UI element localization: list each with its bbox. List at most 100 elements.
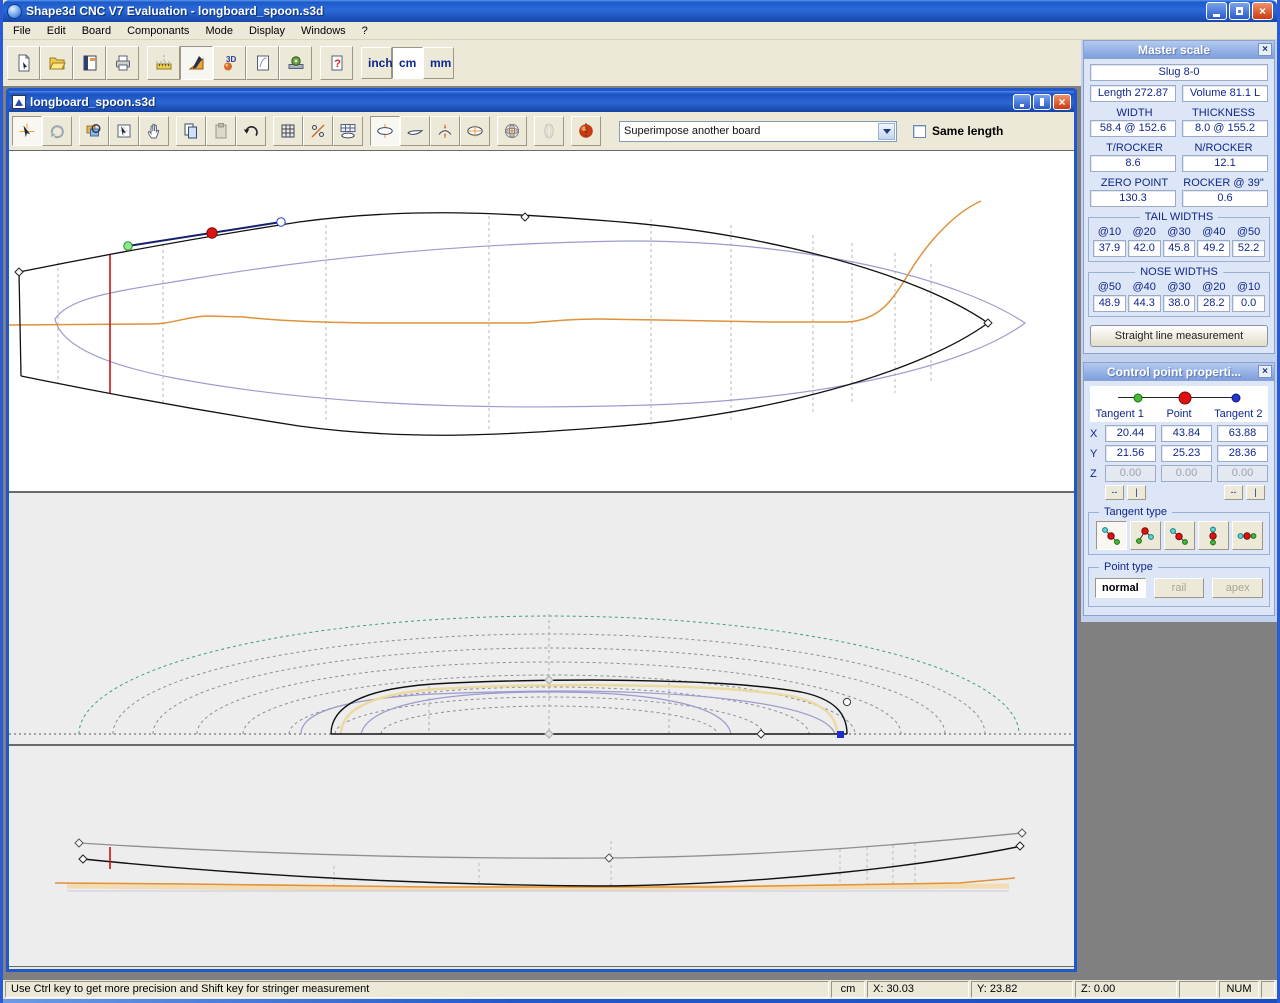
nose-rocker-field[interactable]: 12.1 [1182, 155, 1268, 172]
title-bar[interactable]: Shape3d CNC V7 Evaluation - longboard_sp… [3, 0, 1277, 22]
maximize-button[interactable] [1229, 2, 1250, 20]
master-scale-titlebar[interactable]: Master scale × [1084, 41, 1274, 59]
profile-view-icon[interactable] [400, 116, 430, 146]
unit-inch-button[interactable]: inch [361, 47, 392, 79]
board-name-field[interactable]: Slug 8-0 [1090, 64, 1268, 81]
tail-width-value[interactable]: 52.2 [1232, 240, 1265, 257]
thickness-view-icon[interactable] [430, 116, 460, 146]
ghost-3d-icon[interactable] [534, 116, 564, 146]
tail-rocker-field[interactable]: 8.6 [1090, 155, 1176, 172]
tangent2-handle[interactable] [277, 218, 285, 226]
length-field[interactable]: Length 272.87 [1090, 85, 1176, 102]
tangent1-x-field[interactable]: 20.44 [1105, 425, 1156, 442]
tangent1-length-button[interactable]: -- [1105, 485, 1124, 500]
save-book-icon[interactable] [73, 46, 106, 80]
sections-view-canvas[interactable] [9, 492, 1074, 745]
outline-control-point[interactable] [15, 213, 992, 327]
menu-mode[interactable]: Mode [197, 24, 241, 38]
point-x-field[interactable]: 43.84 [1161, 425, 1212, 442]
unit-mm-button[interactable]: mm [423, 47, 454, 79]
tangent-type-horizontal-icon[interactable] [1232, 521, 1263, 550]
pan-hand-icon[interactable] [139, 116, 169, 146]
new-file-icon[interactable] [7, 46, 40, 80]
nose-width-value[interactable]: 38.0 [1163, 295, 1196, 312]
selected-control-point[interactable] [207, 228, 217, 238]
print-icon[interactable] [106, 46, 139, 80]
doc-minimize-button[interactable] [1013, 94, 1031, 110]
close-button[interactable]: × [1252, 2, 1273, 20]
board-list-icon[interactable] [246, 46, 279, 80]
tail-width-value[interactable]: 49.2 [1197, 240, 1230, 257]
bottom-rocker-curve[interactable] [83, 846, 1022, 886]
rotate-view-icon[interactable] [42, 116, 72, 146]
nose-width-value[interactable]: 48.9 [1093, 295, 1126, 312]
tangent2-x-field[interactable]: 63.88 [1217, 425, 1268, 442]
same-length-checkbox[interactable] [913, 125, 926, 138]
document-title-bar[interactable]: longboard_spoon.s3d × [9, 91, 1074, 112]
master-scale-close-icon[interactable]: × [1258, 43, 1272, 56]
section-selected-control-point[interactable] [837, 731, 844, 738]
tail-width-value[interactable]: 45.8 [1163, 240, 1196, 257]
section-bottom-control-point[interactable] [757, 730, 765, 738]
nose-width-value[interactable]: 28.2 [1197, 295, 1230, 312]
tangent-type-vertical-icon[interactable] [1198, 521, 1229, 550]
tangent-type-smooth-icon[interactable] [1096, 521, 1127, 550]
tangent-type-angle-icon[interactable] [1130, 521, 1161, 550]
nose-width-value[interactable]: 0.0 [1232, 295, 1265, 312]
width-field[interactable]: 58.4 @ 152.6 [1090, 120, 1176, 137]
tail-width-value[interactable]: 42.0 [1128, 240, 1161, 257]
wireframe-3d-icon[interactable] [497, 116, 527, 146]
view-3d-icon[interactable]: 3D [213, 46, 246, 80]
thickness-field[interactable]: 8.0 @ 155.2 [1182, 120, 1268, 137]
volume-field[interactable]: Volume 81.1 L [1182, 85, 1268, 102]
copy-icon[interactable] [176, 116, 206, 146]
control-point-close-icon[interactable]: × [1258, 365, 1272, 378]
section-rail-control-point[interactable] [843, 698, 850, 705]
rocker39-field[interactable]: 0.6 [1182, 190, 1268, 207]
point-type-apex-button[interactable]: apex [1212, 578, 1263, 598]
menu-windows[interactable]: Windows [293, 24, 354, 38]
control-point-titlebar[interactable]: Control point properti... × [1084, 363, 1274, 381]
minimize-button[interactable] [1206, 2, 1227, 20]
menu-help[interactable]: ? [354, 24, 376, 38]
tangent2-direction-button[interactable]: | [1246, 485, 1265, 500]
help-icon[interactable]: ? [320, 46, 353, 80]
zoom-pictures-icon[interactable] [79, 116, 109, 146]
unit-cm-button[interactable]: cm [392, 47, 423, 79]
nose-width-value[interactable]: 44.3 [1128, 295, 1161, 312]
section-view-icon[interactable] [460, 116, 490, 146]
point-type-normal-button[interactable]: normal [1095, 578, 1146, 598]
render-3d-icon[interactable] [571, 116, 601, 146]
tangent-type-half-free-icon[interactable] [1164, 521, 1195, 550]
select-arrow-icon[interactable] [12, 116, 42, 146]
undo-icon[interactable] [236, 116, 266, 146]
grid-icon[interactable] [273, 116, 303, 146]
outline-view-icon[interactable] [370, 116, 400, 146]
tangent1-y-field[interactable]: 21.56 [1105, 445, 1156, 462]
fit-window-icon[interactable] [109, 116, 139, 146]
straight-line-measurement-button[interactable]: Straight line measurement [1090, 325, 1268, 347]
deck-rocker-curve[interactable] [79, 833, 1022, 858]
tangent1-handle[interactable] [124, 242, 132, 250]
doc-maximize-button[interactable] [1033, 94, 1051, 110]
board-outline-curve[interactable] [19, 213, 988, 435]
menu-board[interactable]: Board [74, 24, 119, 38]
zero-point-field[interactable]: 130.3 [1090, 190, 1176, 207]
menu-edit[interactable]: Edit [39, 24, 74, 38]
menu-file[interactable]: File [5, 24, 39, 38]
measurements-panel-icon[interactable] [333, 116, 363, 146]
current-section-curve[interactable] [331, 680, 847, 734]
combo-dropdown-button[interactable] [878, 123, 895, 140]
superimpose-combobox[interactable]: Superimpose another board [619, 121, 897, 142]
paste-icon[interactable] [206, 116, 236, 146]
doc-close-button[interactable]: × [1053, 94, 1071, 110]
open-folder-icon[interactable] [40, 46, 73, 80]
design-mode-icon[interactable] [180, 46, 213, 80]
point-y-field[interactable]: 25.23 [1161, 445, 1212, 462]
tangent2-length-button[interactable]: -- [1224, 485, 1243, 500]
menu-componants[interactable]: Componants [119, 24, 197, 38]
tangent1-direction-button[interactable]: | [1127, 485, 1146, 500]
measure-ruler-icon[interactable] [147, 46, 180, 80]
slice-percent-icon[interactable] [303, 116, 333, 146]
rocker-view-canvas[interactable] [9, 745, 1074, 967]
